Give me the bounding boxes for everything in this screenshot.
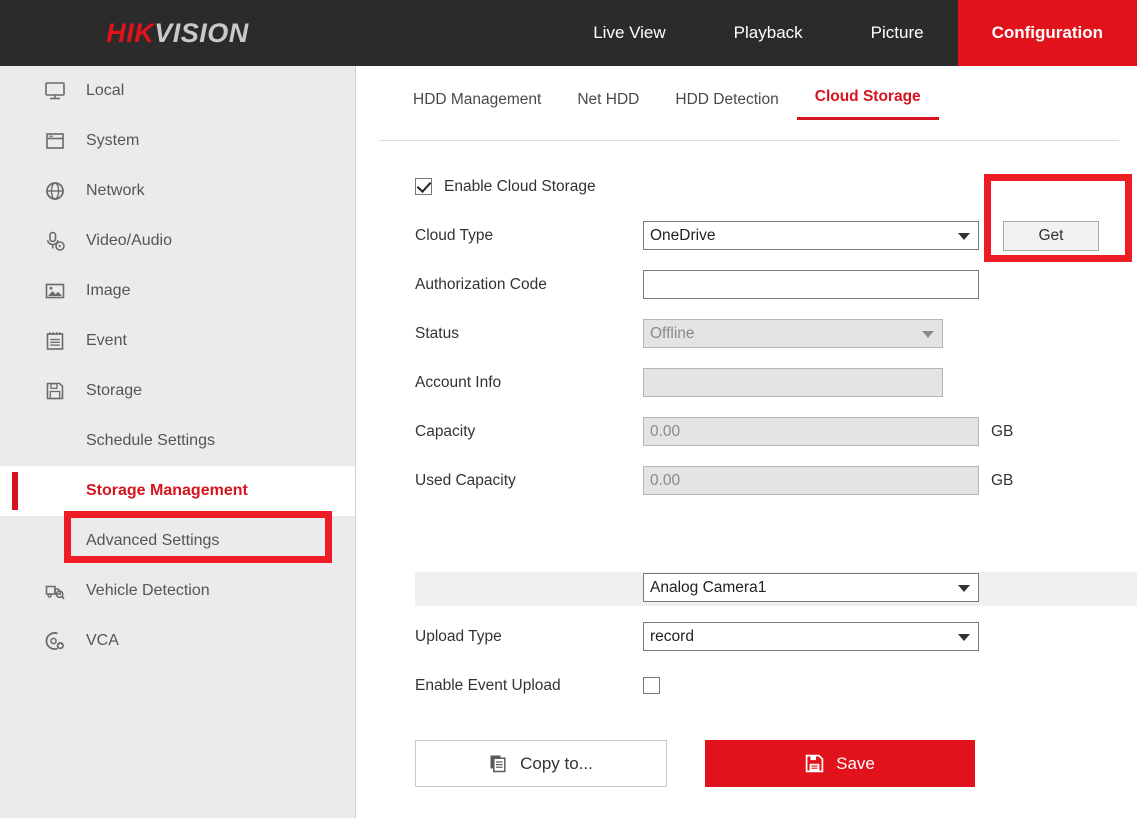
vca-icon: [42, 628, 68, 654]
enable-event-upload-label: Enable Event Upload: [415, 676, 561, 694]
row-authorization-code: Authorization Code: [357, 260, 1137, 309]
logo-text-hik: HIK: [106, 17, 155, 48]
sidebar-item-system[interactable]: System: [0, 116, 355, 166]
cloud-storage-form: Enable Cloud Storage Cloud Type OneDrive…: [357, 162, 1137, 710]
copy-to-label: Copy to...: [520, 753, 593, 773]
used-capacity-input: 0.00: [643, 466, 979, 495]
status-label: Status: [415, 324, 459, 342]
used-capacity-label: Used Capacity: [415, 471, 516, 489]
tab-hdd-management[interactable]: HDD Management: [395, 91, 559, 120]
copy-icon: [489, 754, 508, 773]
account-info-label: Account Info: [415, 373, 502, 391]
row-enable-cloud-storage: Enable Cloud Storage: [357, 162, 1137, 211]
monitor-icon: [42, 78, 68, 104]
row-capacity: Capacity 0.00 GB: [357, 407, 1137, 456]
save-icon: [805, 754, 824, 773]
hikvision-logo: HIK VISION: [0, 0, 355, 66]
authorization-code-label: Authorization Code: [415, 275, 547, 293]
get-button[interactable]: Get: [1003, 220, 1099, 251]
channel-no-value: Analog Camera1: [650, 578, 767, 596]
upload-type-select[interactable]: record: [643, 622, 979, 651]
chevron-down-icon: [958, 232, 970, 240]
sidebar-subitem-label: Advanced Settings: [86, 532, 220, 549]
top-navigation: Live View Playback Picture Configuration: [355, 0, 1137, 66]
row-upload-type: Upload Type record: [357, 612, 1137, 661]
tab-picture[interactable]: Picture: [837, 0, 958, 66]
top-bar: HIK VISION Live View Playback Picture Con…: [0, 0, 1137, 66]
status-select: Offline: [643, 319, 943, 348]
sidebar-item-vca[interactable]: VCA: [0, 616, 355, 666]
save-button[interactable]: Save: [705, 740, 975, 787]
tab-hdd-detection[interactable]: HDD Detection: [657, 91, 796, 120]
content-tabs: HDD Management Net HDD HDD Detection Clo…: [395, 88, 939, 120]
tab-live-view[interactable]: Live View: [559, 0, 699, 66]
sidebar-item-label: Vehicle Detection: [86, 582, 210, 599]
capacity-unit: GB: [991, 422, 1014, 440]
sidebar-item-label: Image: [86, 282, 131, 299]
sidebar-item-label: Storage: [86, 382, 143, 399]
chevron-down-icon: [922, 330, 934, 338]
save-label: Save: [836, 753, 875, 773]
sidebar-item-label: System: [86, 132, 140, 149]
sidebar-item-label: Local: [86, 82, 125, 99]
sidebar-item-advanced-settings[interactable]: Advanced Settings: [0, 516, 355, 566]
upload-type-value: record: [650, 627, 694, 645]
sidebar-item-network[interactable]: Network: [0, 166, 355, 216]
window-icon: [42, 128, 68, 154]
capacity-label: Capacity: [415, 422, 476, 440]
row-enable-event-upload: Enable Event Upload: [357, 661, 1137, 710]
sidebar-item-schedule-settings[interactable]: Schedule Settings: [0, 416, 355, 466]
cloud-type-select[interactable]: OneDrive: [643, 221, 979, 250]
account-info-input: [643, 368, 943, 397]
tab-cloud-storage[interactable]: Cloud Storage: [796, 88, 939, 120]
cloud-type-label: Cloud Type: [415, 226, 494, 244]
upload-type-label: Upload Type: [415, 627, 502, 645]
sidebar-item-local[interactable]: Local: [0, 66, 355, 116]
content-panel: HDD Management Net HDD HDD Detection Clo…: [357, 66, 1137, 818]
sidebar-subitem-label: Schedule Settings: [86, 432, 215, 449]
globe-icon: [42, 178, 68, 204]
picture-icon: [42, 278, 68, 304]
action-buttons: Copy to... Save: [415, 740, 975, 787]
floppy-icon: [42, 378, 68, 404]
sidebar-item-label: Video/Audio: [86, 232, 172, 249]
microphone-play-icon: [42, 228, 68, 254]
tab-net-hdd[interactable]: Net HDD: [559, 91, 657, 120]
sidebar-item-storage[interactable]: Storage: [0, 366, 355, 416]
enable-cloud-storage-label: Enable Cloud Storage: [444, 177, 596, 195]
sidebar-item-storage-management[interactable]: Storage Management: [0, 466, 355, 516]
authorization-code-input[interactable]: [643, 270, 979, 299]
row-cloud-type: Cloud Type OneDrive Get: [357, 211, 1137, 260]
vehicle-search-icon: [42, 578, 68, 604]
row-status: Status Offline: [357, 309, 1137, 358]
enable-cloud-storage-checkbox[interactable]: [415, 178, 432, 195]
sidebar-item-event[interactable]: Event: [0, 316, 355, 366]
tabs-divider: [379, 140, 1119, 141]
sidebar-item-vehicle-detection[interactable]: Vehicle Detection: [0, 566, 355, 616]
status-value: Offline: [650, 324, 695, 342]
sidebar-subitem-label: Storage Management: [86, 482, 248, 499]
tab-configuration[interactable]: Configuration: [957, 0, 1137, 66]
chevron-down-icon: [958, 633, 970, 641]
channel-no-select[interactable]: Analog Camera1: [643, 573, 979, 602]
copy-to-button[interactable]: Copy to...: [415, 740, 667, 787]
sidebar: Local System Network Video/Audio Image E…: [0, 66, 356, 818]
cloud-type-value: OneDrive: [650, 226, 716, 244]
enable-event-upload-checkbox[interactable]: [643, 677, 660, 694]
sidebar-item-video-audio[interactable]: Video/Audio: [0, 216, 355, 266]
chevron-down-icon: [958, 584, 970, 592]
calendar-list-icon: [42, 328, 68, 354]
sidebar-item-label: Network: [86, 182, 145, 199]
sidebar-item-image[interactable]: Image: [0, 266, 355, 316]
row-account-info: Account Info: [357, 358, 1137, 407]
row-used-capacity: Used Capacity 0.00 GB: [357, 456, 1137, 505]
logo-text-vision: VISION: [154, 17, 249, 48]
sidebar-item-label: Event: [86, 332, 127, 349]
used-capacity-unit: GB: [991, 471, 1014, 489]
capacity-input: 0.00: [643, 417, 979, 446]
sidebar-item-label: VCA: [86, 632, 119, 649]
tab-playback[interactable]: Playback: [700, 0, 837, 66]
